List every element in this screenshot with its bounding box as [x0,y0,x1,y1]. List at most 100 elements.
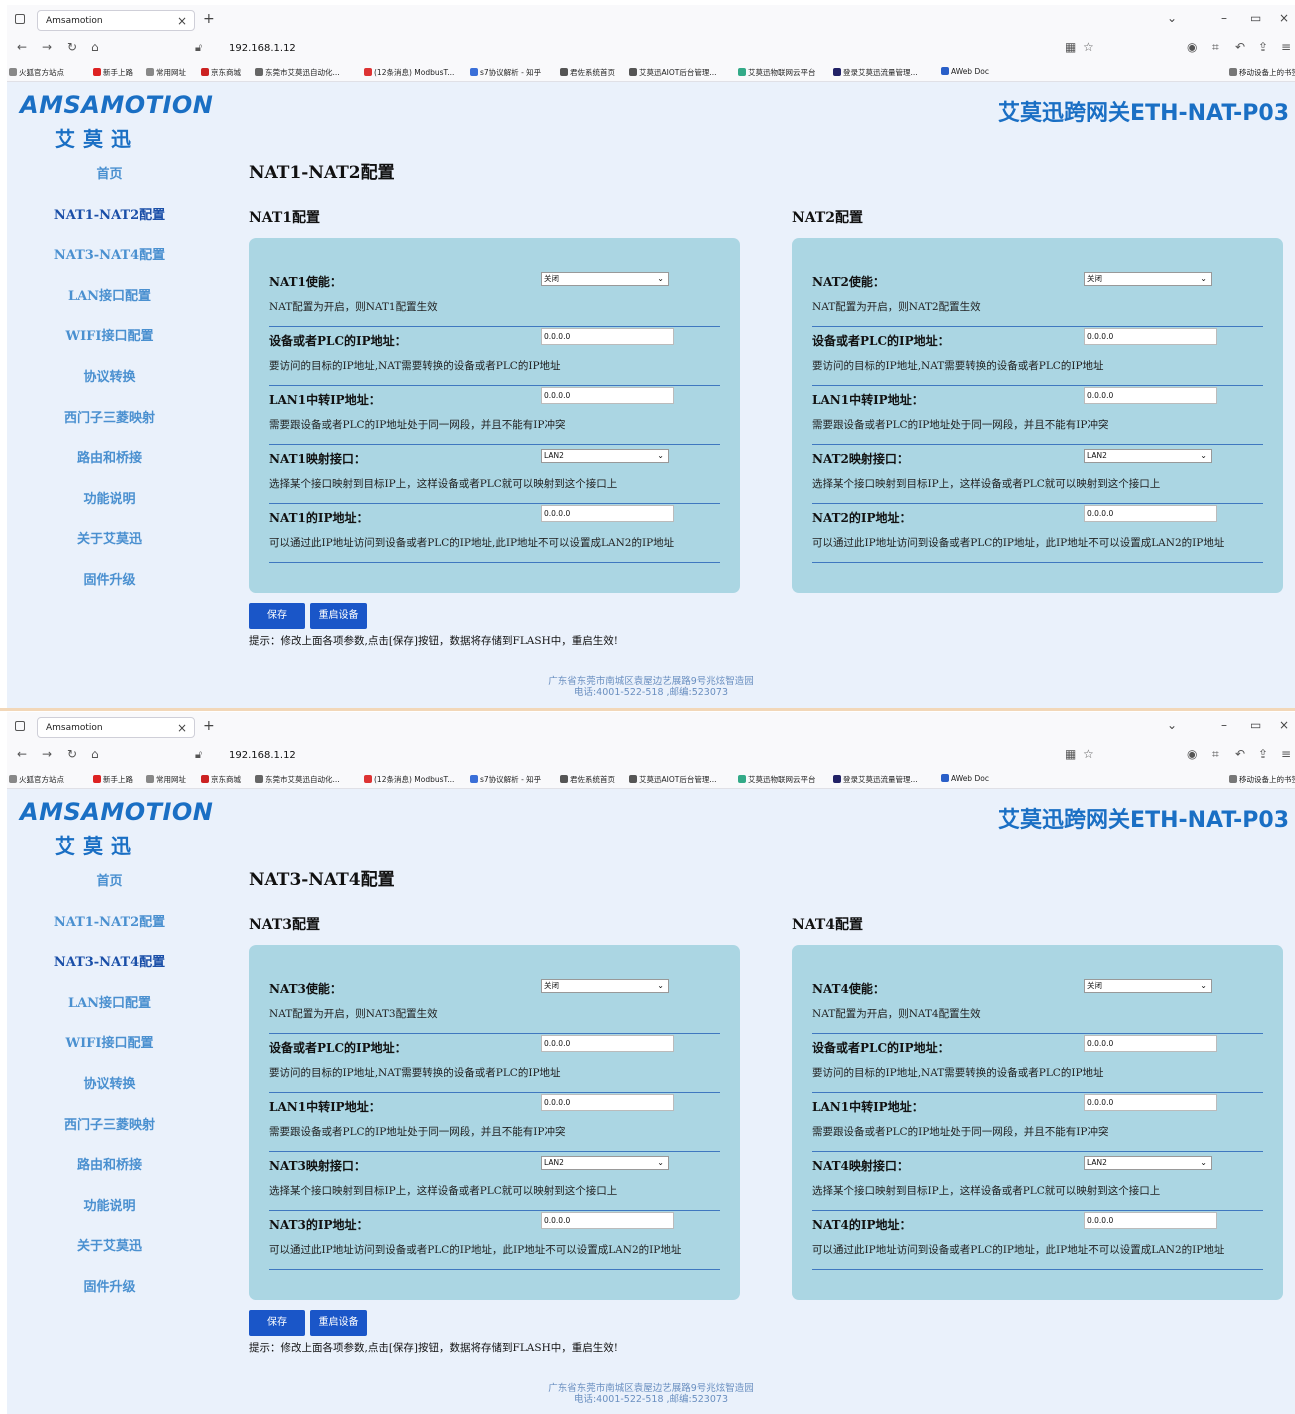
sidebar-item[interactable]: 固件升级 [7,1276,212,1295]
reload-icon[interactable]: ↻ [67,747,77,761]
bookmark-item[interactable]: s7协议解析 - 知乎 [470,67,541,78]
save-button[interactable]: 保存 [249,603,305,629]
sidebar-item[interactable]: 协议转换 [7,366,212,385]
forward-icon[interactable]: → [42,40,52,54]
config-select[interactable]: LAN2 ⌄ [541,1156,669,1170]
bookmark-item[interactable]: 艾莫迅AIOT后台管理... [629,774,716,785]
config-select[interactable]: 关闭 ⌄ [541,979,669,993]
bookmark-item[interactable]: 京东商城 [201,67,241,78]
bookmark-item[interactable]: 登录艾莫迅流量管理... [833,774,918,785]
address-bar[interactable]: 192.168.1.12 [229,750,296,761]
sidebar-item[interactable]: 首页 [7,870,212,889]
sidebar-item[interactable]: 西门子三菱映射 [7,407,212,426]
undo-icon[interactable]: ↶ [1235,747,1245,761]
bookmark-item[interactable]: 京东商城 [201,774,241,785]
bookmark-item[interactable]: 艾莫迅AIOT后台管理... [629,67,716,78]
tab-overflow-icon[interactable]: ⌄ [1167,718,1177,732]
ip-input[interactable]: 0.0.0.0 [1084,1212,1217,1229]
sidebar-item[interactable]: NAT1-NAT2配置 [7,204,212,223]
config-select[interactable]: 关闭 ⌄ [1084,272,1212,286]
sidebar-item[interactable]: NAT3-NAT4配置 [7,951,212,970]
bookmark-item[interactable]: 火狐官方站点 [9,774,64,785]
reboot-button[interactable]: 重启设备 [310,603,367,629]
bookmark-item[interactable]: 常用网址 [146,774,186,785]
ip-input[interactable]: 0.0.0.0 [541,1094,674,1111]
bookmark-item[interactable]: 艾莫迅物联网云平台 [738,67,816,78]
bookmark-item[interactable]: s7协议解析 - 知乎 [470,774,541,785]
menu-icon[interactable]: ≡ [1281,747,1291,761]
bookmark-item[interactable]: 君佐系统首页 [560,67,615,78]
bookmark-item[interactable]: 移动设备上的书签 [1229,774,1295,785]
sidebar-item[interactable]: 西门子三菱映射 [7,1114,212,1133]
ip-input[interactable]: 0.0.0.0 [541,505,674,522]
ip-input[interactable]: 0.0.0.0 [1084,1035,1217,1052]
bookmark-item[interactable]: 新手上路 [93,774,133,785]
tab-overflow-icon[interactable]: ⌄ [1167,11,1177,25]
sidebar-item[interactable]: WIFI接口配置 [7,325,212,344]
address-bar[interactable]: 192.168.1.12 [229,43,296,54]
sidebar-item[interactable]: NAT3-NAT4配置 [7,244,212,263]
browser-tab[interactable]: Amsamotion × [37,10,195,31]
reload-icon[interactable]: ↻ [67,40,77,54]
browser-tab[interactable]: Amsamotion × [37,717,195,738]
config-select[interactable]: LAN2 ⌄ [541,449,669,463]
sidebar-item[interactable]: 关于艾莫迅 [7,528,212,547]
sidebar-item[interactable]: 协议转换 [7,1073,212,1092]
insecure-lock-icon[interactable]: 🔓︎ [195,748,202,762]
undo-icon[interactable]: ↶ [1235,40,1245,54]
bookmark-item[interactable]: 东莞市艾莫迅自动化... [255,67,340,78]
config-select[interactable]: 关闭 ⌄ [1084,979,1212,993]
account-icon[interactable]: ◉ [1187,40,1197,54]
sidebar-item[interactable]: LAN接口配置 [7,992,212,1011]
screenshot-icon[interactable]: ⌗ [1212,747,1219,762]
sidebar-item[interactable]: 功能说明 [7,488,212,507]
bookmark-item[interactable]: 君佐系统首页 [560,774,615,785]
minimize-icon[interactable]: – [1221,718,1227,732]
ip-input[interactable]: 0.0.0.0 [541,328,674,345]
config-select[interactable]: 关闭 ⌄ [541,272,669,286]
sidebar-item[interactable]: 关于艾莫迅 [7,1235,212,1254]
bookmark-item[interactable]: (12条消息) ModbusT... [364,774,454,785]
menu-icon[interactable]: ≡ [1281,40,1291,54]
ip-input[interactable]: 0.0.0.0 [541,387,674,404]
sidebar-item[interactable]: 路由和桥接 [7,1154,212,1173]
sidebar-item[interactable]: WIFI接口配置 [7,1032,212,1051]
new-tab-icon[interactable]: + [203,718,215,734]
bookmark-item[interactable]: 常用网址 [146,67,186,78]
bookmark-item[interactable]: 新手上路 [93,67,133,78]
reboot-button[interactable]: 重启设备 [310,1310,367,1336]
ip-input[interactable]: 0.0.0.0 [541,1035,674,1052]
tab-list-icon[interactable] [15,721,25,731]
bookmark-item[interactable]: 移动设备上的书签 [1229,67,1295,78]
ip-input[interactable]: 0.0.0.0 [1084,387,1217,404]
maximize-icon[interactable]: ▭ [1250,718,1261,732]
tab-close-icon[interactable]: × [177,14,187,28]
sidebar-item[interactable]: 首页 [7,163,212,182]
config-select[interactable]: LAN2 ⌄ [1084,449,1212,463]
bookmark-item[interactable]: (12条消息) ModbusT... [364,67,454,78]
tab-list-icon[interactable] [15,14,25,24]
ip-input[interactable]: 0.0.0.0 [1084,505,1217,522]
sidebar-item[interactable]: 路由和桥接 [7,447,212,466]
qr-code-icon[interactable]: ▦ [1065,40,1076,54]
bookmark-star-icon[interactable]: ☆ [1083,747,1094,761]
bookmark-item[interactable]: 登录艾莫迅流量管理... [833,67,918,78]
maximize-icon[interactable]: ▭ [1250,11,1261,25]
bookmark-item[interactable]: AWeb Doc [941,774,989,783]
save-button[interactable]: 保存 [249,1310,305,1336]
bookmark-item[interactable]: 艾莫迅物联网云平台 [738,774,816,785]
new-tab-icon[interactable]: + [203,11,215,27]
share-icon[interactable]: ⇪ [1258,747,1268,761]
back-icon[interactable]: ← [17,40,27,54]
sidebar-item[interactable]: LAN接口配置 [7,285,212,304]
home-icon[interactable]: ⌂ [91,747,99,761]
tab-close-icon[interactable]: × [177,721,187,735]
sidebar-item[interactable]: 功能说明 [7,1195,212,1214]
minimize-icon[interactable]: – [1221,11,1227,25]
account-icon[interactable]: ◉ [1187,747,1197,761]
back-icon[interactable]: ← [17,747,27,761]
screenshot-icon[interactable]: ⌗ [1212,40,1219,55]
bookmark-item[interactable]: 火狐官方站点 [9,67,64,78]
home-icon[interactable]: ⌂ [91,40,99,54]
config-select[interactable]: LAN2 ⌄ [1084,1156,1212,1170]
